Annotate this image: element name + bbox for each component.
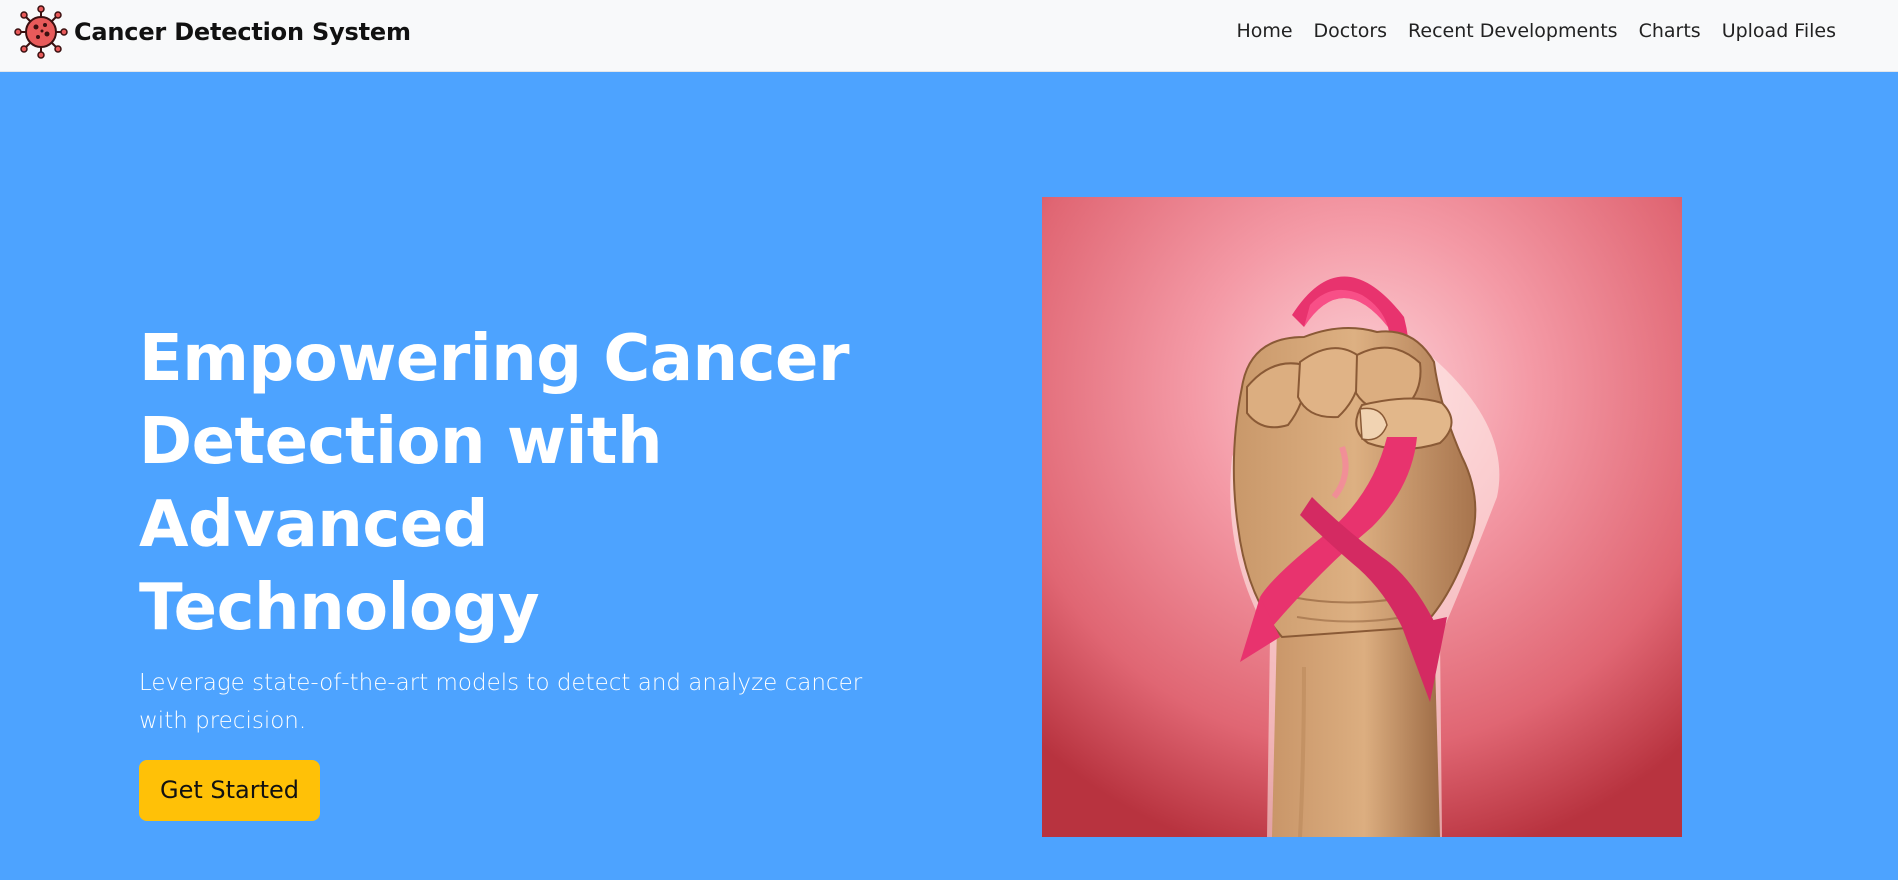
get-started-button[interactable]: Get Started [139, 760, 321, 821]
nav-link-home[interactable]: Home [1236, 20, 1292, 42]
navbar: Cancer Detection System Home Doctors Rec… [0, 0, 1898, 72]
brand-link[interactable]: Cancer Detection System [14, 4, 411, 60]
hero-subtitle: Leverage state-of-the-art models to dete… [139, 670, 863, 734]
nav-links: Home Doctors Recent Developments Charts … [1215, 0, 1836, 62]
nav-link-doctors[interactable]: Doctors [1314, 20, 1388, 42]
brand-title: Cancer Detection System [74, 18, 411, 46]
fist-holding-pink-ribbon-image [1042, 197, 1682, 837]
virus-cell-icon [14, 5, 68, 59]
nav-link-recent-developments[interactable]: Recent Developments [1408, 20, 1618, 42]
nav-link-charts[interactable]: Charts [1639, 20, 1701, 42]
nav-link-upload-files[interactable]: Upload Files [1722, 20, 1836, 42]
hero-title: Empowering Cancer Detection with Advance… [139, 322, 850, 645]
hero-image [1042, 197, 1682, 837]
hero-text: Empowering Cancer Detection with Advance… [139, 318, 899, 821]
